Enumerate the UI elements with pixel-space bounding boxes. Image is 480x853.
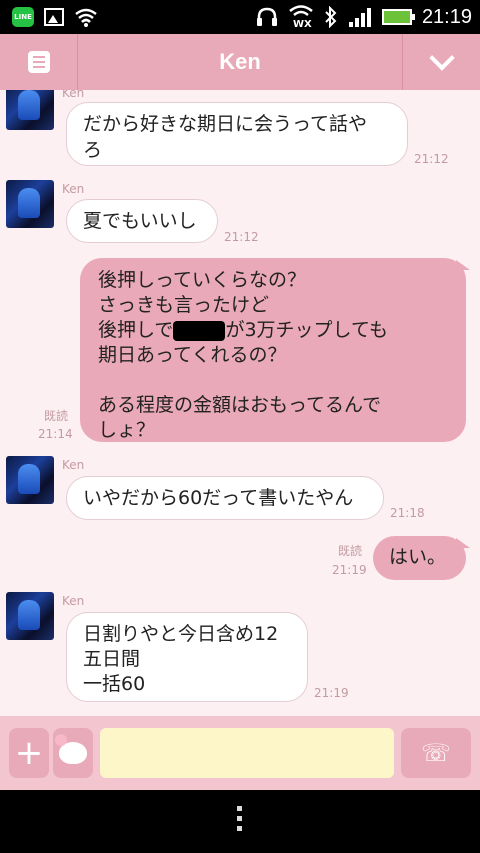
avatar[interactable] xyxy=(6,456,54,504)
sticker-icon xyxy=(55,734,87,764)
avatar[interactable] xyxy=(6,592,54,640)
input-bar: + ☏ xyxy=(0,716,480,790)
chevron-down-icon xyxy=(428,45,455,71)
battery-icon xyxy=(381,9,415,25)
wifi-wx-icon: WX xyxy=(288,4,314,30)
message-time: 21:14 xyxy=(38,427,73,441)
outgoing-message[interactable]: はい。 xyxy=(373,536,466,580)
status-bar: LINE WX 21:19 xyxy=(0,0,480,34)
plus-icon: + xyxy=(14,733,44,773)
avatar[interactable] xyxy=(6,180,54,228)
message-time: 21:12 xyxy=(224,230,259,244)
sender-name: Ken xyxy=(62,594,85,608)
incoming-message[interactable]: 夏でもいいし xyxy=(66,199,218,243)
status-time: 21:19 xyxy=(421,5,472,28)
sender-name: Ken xyxy=(62,182,85,196)
headphones-icon xyxy=(256,7,277,26)
outgoing-message[interactable]: 後押しっていくらなの？ さっきも言ったけど 後押しで が3万チップしても 期日あっ… xyxy=(80,258,466,442)
image-notification-icon xyxy=(44,8,64,26)
overflow-menu-icon[interactable] xyxy=(237,806,242,831)
add-button[interactable]: + xyxy=(9,728,49,778)
chat-title: Ken xyxy=(219,49,261,74)
sender-name: Ken xyxy=(62,90,85,100)
message-time: 21:19 xyxy=(332,563,367,577)
wifi-wx-label: WX xyxy=(292,19,312,30)
call-button[interactable]: ☏ xyxy=(401,728,471,778)
signal-icon xyxy=(348,8,371,27)
menu-button[interactable] xyxy=(0,34,78,90)
chat-header: Ken xyxy=(0,34,480,90)
read-receipt: 既読 xyxy=(44,409,69,423)
line-app-icon: LINE xyxy=(12,7,34,27)
message-input[interactable] xyxy=(100,728,394,778)
avatar[interactable] xyxy=(6,90,54,130)
phone-icon: ☏ xyxy=(420,739,451,767)
incoming-message[interactable]: だから好きな期日に会うって話や ろ xyxy=(66,102,408,166)
sender-name: Ken xyxy=(62,458,85,472)
sticker-button[interactable] xyxy=(53,728,93,778)
message-list[interactable]: Ken だから好きな期日に会うって話や ろ 21:12 Ken 夏でもいいし 2… xyxy=(0,90,480,716)
message-time: 21:18 xyxy=(390,506,425,520)
redacted-block xyxy=(173,320,226,341)
bubble-tail xyxy=(456,260,470,270)
incoming-message[interactable]: 日割りやと今日含め12 五日間 一括60 xyxy=(66,612,308,702)
bubble-tail xyxy=(456,538,470,548)
bluetooth-icon xyxy=(325,6,337,28)
navigation-bar xyxy=(0,790,480,853)
message-time: 21:19 xyxy=(314,686,349,700)
incoming-message[interactable]: いやだから60だって書いたやん xyxy=(66,476,384,520)
read-receipt: 既読 xyxy=(338,544,363,558)
message-time: 21:12 xyxy=(414,152,449,166)
menu-icon xyxy=(27,51,50,73)
dropdown-button[interactable] xyxy=(402,34,480,90)
wifi-icon xyxy=(75,8,97,27)
